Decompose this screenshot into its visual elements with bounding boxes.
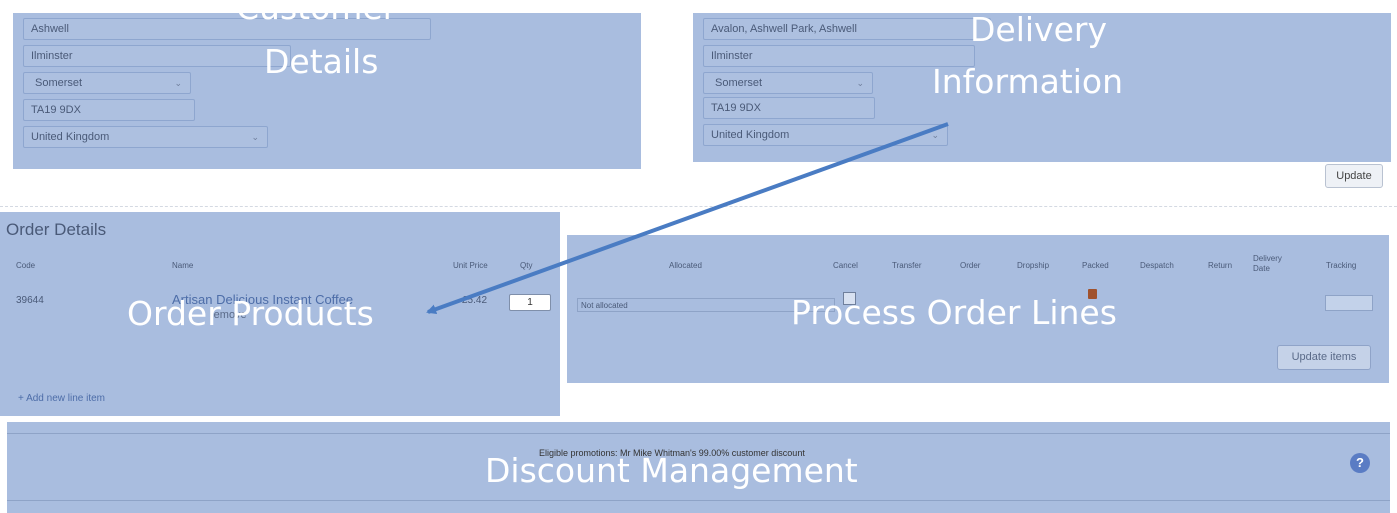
discount-top-rule (7, 433, 1390, 434)
column-header-allocated: Allocated (669, 261, 702, 270)
delivery-country-select[interactable]: United Kingdom ⌄ (703, 124, 948, 146)
chevron-down-icon: ⌄ (251, 132, 259, 142)
column-header-unit-price: Unit Price (453, 261, 488, 270)
column-header-code: Code (16, 261, 36, 270)
column-header-qty: Qty (520, 261, 533, 270)
chevron-down-icon: ⌄ (931, 130, 939, 140)
customer-details-label-2: Details (264, 42, 379, 81)
column-header-tracking: Tracking (1326, 261, 1357, 270)
chevron-down-icon: ⌄ (856, 78, 864, 88)
column-header-dropship: Dropship (1017, 261, 1050, 270)
column-header-cancel: Cancel (833, 261, 858, 270)
column-header-delivery-date-1: Delivery (1253, 254, 1282, 263)
customer-county-select[interactable]: Somerset ⌄ (23, 72, 191, 94)
column-header-delivery-date-2: Date (1253, 264, 1270, 273)
section-divider (0, 206, 1397, 207)
chevron-down-icon: ⌄ (174, 78, 182, 88)
customer-details-panel: Ashwell Ilminster Somerset ⌄ TA19 9DX Un… (13, 13, 641, 169)
discount-management-label: Discount Management (485, 451, 858, 490)
delivery-county-select[interactable]: Somerset ⌄ (703, 72, 873, 94)
delivery-postcode-field[interactable]: TA19 9DX (703, 97, 875, 119)
delivery-address-field[interactable]: Avalon, Ashwell Park, Ashwell (703, 18, 991, 40)
order-products-label: Order Products (127, 294, 374, 333)
delivery-county-value: Somerset (715, 77, 763, 89)
order-line-qty-input[interactable]: 1 (509, 294, 551, 311)
update-items-button[interactable]: Update items (1277, 345, 1371, 370)
order-line-code: 39644 (16, 295, 44, 306)
customer-country-value: United Kingdom (31, 131, 110, 143)
discount-bottom-rule (7, 500, 1390, 501)
update-button[interactable]: Update (1325, 164, 1383, 188)
order-details-title: Order Details (6, 220, 107, 239)
customer-city-field[interactable]: Ilminster (23, 45, 291, 67)
column-header-order: Order (960, 261, 981, 270)
delivery-info-label-1: Delivery (970, 10, 1107, 49)
column-header-return: Return (1208, 261, 1233, 270)
customer-country-select[interactable]: United Kingdom ⌄ (23, 126, 268, 148)
customer-postcode-field[interactable]: TA19 9DX (23, 99, 195, 121)
tracking-input[interactable] (1325, 295, 1373, 311)
column-header-name: Name (172, 261, 194, 270)
process-order-lines-label: Process Order Lines (791, 293, 1117, 332)
customer-county-value: Somerset (35, 77, 83, 89)
order-line-unit-price: £5.42 (462, 295, 488, 306)
column-header-transfer: Transfer (892, 261, 922, 270)
customer-details-label-1: Customer (236, 0, 397, 27)
help-icon[interactable]: ? (1350, 453, 1370, 473)
column-header-packed: Packed (1082, 261, 1109, 270)
delivery-info-label-2: Information (932, 62, 1124, 101)
column-header-despatch: Despatch (1140, 261, 1174, 270)
add-line-item-link[interactable]: + Add new line item (18, 393, 105, 404)
delivery-country-value: United Kingdom (711, 129, 790, 141)
